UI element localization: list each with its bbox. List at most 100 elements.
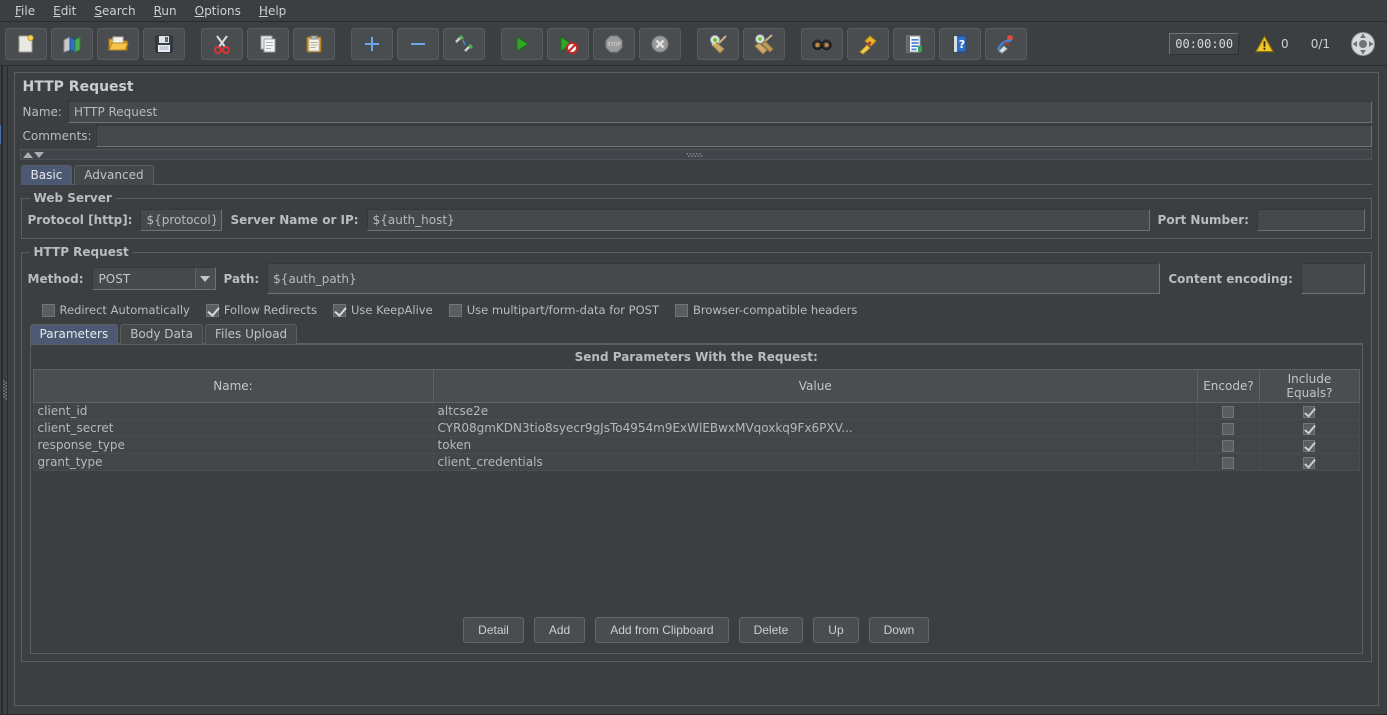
help-icon[interactable]: ? (939, 27, 981, 60)
cell-encode[interactable] (1196, 453, 1260, 471)
tree-node-p10-e3000-u50[interactable]: P10_E3000_U50 (0, 201, 1, 220)
clear-all-icon[interactable] (743, 27, 785, 60)
checkbox-box[interactable] (674, 303, 688, 317)
start-no-pauses-icon[interactable] (547, 27, 589, 60)
shutdown-icon[interactable] (639, 27, 681, 60)
horizontal-splitter[interactable] (19, 149, 1372, 160)
checkbox-use-keepalive[interactable]: Use KeepAlive (332, 303, 433, 317)
cell-param-value[interactable]: client_credentials (432, 453, 1198, 471)
cell-param-name[interactable]: response_type (32, 436, 434, 454)
tab-parameters[interactable]: Parameters (29, 324, 119, 344)
cell-param-name[interactable]: client_secret (32, 419, 434, 437)
expand-all-icon[interactable] (351, 27, 393, 60)
checkbox-box[interactable] (448, 303, 462, 317)
cell-include-equals[interactable] (1258, 436, 1360, 454)
table-empty-area[interactable] (30, 471, 1362, 608)
detail-button[interactable]: Detail (463, 617, 524, 643)
chevron-up-icon[interactable] (22, 151, 33, 158)
tree-node-beanshell-assertion[interactable]: BeanShell Assertion (0, 182, 1, 201)
thread-status-icon[interactable] (1350, 31, 1376, 57)
cell-encode[interactable] (1196, 419, 1260, 437)
checkbox-box[interactable] (41, 303, 55, 317)
cell-include-equals[interactable] (1258, 453, 1360, 471)
encode-checkbox[interactable] (1222, 439, 1235, 452)
cell-param-name[interactable]: client_id (32, 402, 434, 420)
menu-edit[interactable]: Edit (44, 2, 85, 20)
table-row[interactable]: client_secret CYR08gmKDN3tio8syecr9gJsTo… (32, 419, 1360, 437)
menu-file[interactable]: File (6, 2, 44, 20)
server-name-input[interactable] (366, 209, 1150, 231)
checkbox-redirect-automatically[interactable]: Redirect Automatically (41, 303, 190, 317)
column-header-include-equals[interactable]: Include Equals? (1258, 369, 1360, 403)
up-button[interactable]: Up (813, 617, 859, 643)
include-equals-checkbox[interactable] (1303, 422, 1316, 435)
checkbox-box[interactable] (205, 303, 219, 317)
menu-search[interactable]: Search (85, 2, 144, 20)
collapse-all-icon[interactable] (397, 27, 439, 60)
checkbox-follow-redirects[interactable]: Follow Redirects (205, 303, 317, 317)
cell-include-equals[interactable] (1258, 402, 1360, 420)
stop-icon[interactable]: STOP (593, 27, 635, 60)
open-icon[interactable] (97, 27, 139, 60)
cell-param-value[interactable]: CYR08gmKDN3tio8syecr9gJsTo4954m9ExWlEBwx… (432, 419, 1198, 437)
method-select[interactable]: POST (91, 267, 216, 290)
add-from-clipboard-button[interactable]: Add from Clipboard (595, 617, 729, 643)
reset-search-icon[interactable] (847, 27, 889, 60)
comments-input[interactable] (95, 125, 1372, 147)
chevron-down-icon[interactable] (194, 268, 215, 289)
paste-icon[interactable] (293, 27, 335, 60)
clear-icon[interactable] (697, 27, 739, 60)
table-row[interactable]: grant_type client_credentials (32, 453, 1360, 471)
cell-param-value[interactable]: token (432, 436, 1198, 454)
table-row[interactable]: response_type token (32, 436, 1360, 454)
cell-encode[interactable] (1196, 402, 1260, 420)
start-icon[interactable] (501, 27, 543, 60)
copy-icon[interactable] (247, 27, 289, 60)
content-encoding-input[interactable] (1300, 263, 1365, 294)
include-equals-checkbox[interactable] (1303, 456, 1316, 469)
column-header-name[interactable]: Name: (32, 369, 434, 403)
tree-node-view-results-tree[interactable]: View Results Tree (0, 163, 1, 182)
tab-basic[interactable]: Basic (20, 165, 73, 185)
undo-redo-icon[interactable] (985, 27, 1027, 60)
checkbox-use-multipart[interactable]: Use multipart/form-data for POST (448, 303, 659, 317)
include-equals-checkbox[interactable] (1303, 439, 1316, 452)
table-row[interactable]: client_id altcse2e (32, 402, 1360, 420)
encode-checkbox[interactable] (1222, 405, 1235, 418)
tree-node-http-request[interactable]: HTTP Request (0, 125, 1, 144)
cell-param-name[interactable]: grant_type (32, 453, 434, 471)
checkbox-box[interactable] (332, 303, 346, 317)
cell-param-value[interactable]: altcse2e (432, 402, 1198, 420)
cut-icon[interactable] (201, 27, 243, 60)
port-number-input[interactable] (1256, 209, 1365, 231)
tab-files-upload[interactable]: Files Upload (204, 324, 298, 344)
tree-node-user-defined-variables[interactable]: User Defined Variables (0, 87, 1, 106)
tree-node-json-extractor[interactable]: JSON Extractor (0, 144, 1, 163)
column-header-encode[interactable]: Encode? (1196, 369, 1260, 403)
tree-node-get-the-tokens[interactable]: Get the Tokens (0, 106, 1, 125)
toggle-icon[interactable] (443, 27, 485, 60)
menu-run[interactable]: Run (145, 2, 186, 20)
tab-advanced[interactable]: Advanced (74, 165, 154, 185)
new-icon[interactable] (5, 27, 47, 60)
protocol-input[interactable] (140, 209, 223, 231)
collapse-arrows[interactable] (22, 151, 44, 158)
checkbox-browser-compatible-headers[interactable]: Browser-compatible headers (674, 303, 857, 317)
templates-icon[interactable] (51, 27, 93, 60)
menu-options[interactable]: Options (186, 2, 250, 20)
cell-encode[interactable] (1196, 436, 1260, 454)
column-header-value[interactable]: Value (432, 369, 1198, 403)
search-icon[interactable] (801, 27, 843, 60)
encode-checkbox[interactable] (1222, 456, 1235, 469)
delete-button[interactable]: Delete (738, 617, 804, 643)
path-input[interactable] (267, 263, 1161, 294)
down-button[interactable]: Down (868, 617, 930, 643)
name-input[interactable] (67, 101, 1372, 123)
tab-body-data[interactable]: Body Data (120, 324, 203, 344)
function-helper-icon[interactable] (893, 27, 935, 60)
save-icon[interactable] (143, 27, 185, 60)
include-equals-checkbox[interactable] (1303, 405, 1316, 418)
encode-checkbox[interactable] (1222, 422, 1235, 435)
chevron-down-icon[interactable] (33, 151, 44, 158)
tree-node-patternmatching[interactable]: Patternmatching (0, 68, 1, 87)
